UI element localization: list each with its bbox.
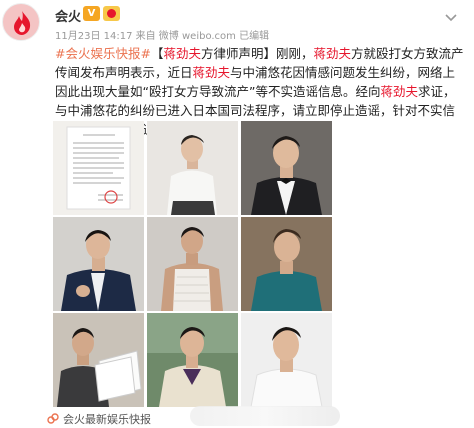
weibo-badge-icon — [103, 6, 120, 21]
photo-vest-bowtie[interactable] — [241, 121, 332, 215]
source-link[interactable]: 会火最新娱乐快报 — [47, 411, 151, 427]
photo-grid — [53, 121, 333, 407]
post-meta: 11月23日 14:17 来自 微博 weibo.com 已编辑 — [55, 31, 270, 42]
flame-logo-icon — [14, 11, 31, 35]
photo-teal-shirt[interactable] — [241, 217, 332, 311]
photo-navy-suit[interactable] — [53, 217, 144, 311]
avatar[interactable] — [2, 3, 40, 41]
photo-reading-papers[interactable] — [53, 313, 144, 407]
name-keyword[interactable]: 蒋劲夫 — [163, 46, 201, 61]
username[interactable]: 会火 — [55, 6, 81, 25]
blurred-watermark — [190, 406, 340, 426]
link-icon — [47, 413, 59, 424]
title-rest: 方律师声明】刚刚， — [200, 46, 314, 61]
name-keyword[interactable]: 蒋劲夫 — [380, 84, 418, 99]
weibo-post: 会火 V 11月23日 14:17 来自 微博 weibo.com 已编辑 #会… — [0, 0, 474, 428]
photo-white-shirt[interactable] — [147, 121, 238, 215]
photo-sweater-outdoor[interactable] — [147, 313, 238, 407]
hashtag-link[interactable]: #会火娱乐快报# — [55, 46, 151, 61]
photo-white-tee[interactable] — [241, 313, 332, 407]
source-label: 会火最新娱乐快报 — [63, 413, 151, 426]
name-keyword[interactable]: 蒋劲夫 — [314, 46, 352, 61]
chevron-down-icon[interactable] — [444, 10, 458, 24]
name-keyword[interactable]: 蒋劲夫 — [193, 65, 231, 80]
vip-badge-icon: V — [83, 6, 100, 21]
photo-tank-top[interactable] — [147, 217, 238, 311]
title-bracket: 【 — [150, 46, 164, 61]
photo-legal-statement[interactable] — [53, 121, 144, 215]
